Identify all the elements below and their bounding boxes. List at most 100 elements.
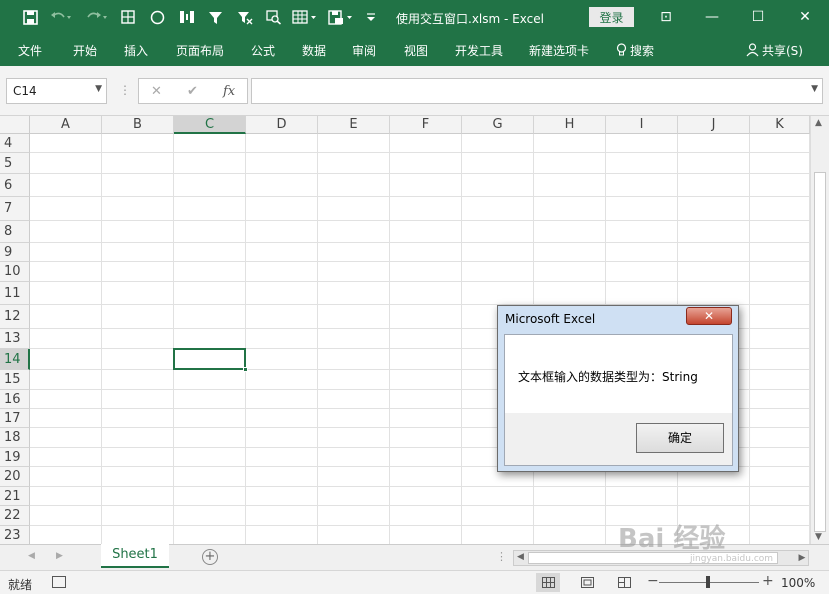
find-icon[interactable] bbox=[264, 7, 284, 27]
resize-handle-icon[interactable]: ⋮ bbox=[119, 83, 131, 97]
row-header-23[interactable]: 23 bbox=[0, 526, 30, 544]
cancel-icon[interactable]: ✕ bbox=[151, 84, 162, 99]
tab-developer[interactable]: 开发工具 bbox=[455, 42, 503, 59]
zoom-out-icon[interactable]: − bbox=[647, 573, 659, 589]
column-header-a[interactable]: A bbox=[30, 116, 102, 134]
tab-insert[interactable]: 插入 bbox=[124, 42, 148, 59]
column-header-f[interactable]: F bbox=[390, 116, 462, 134]
tell-me-search[interactable]: 搜索 bbox=[616, 42, 654, 59]
zoom-slider-thumb[interactable] bbox=[706, 576, 710, 588]
column-icon[interactable] bbox=[177, 7, 197, 27]
column-header-g[interactable]: G bbox=[462, 116, 534, 134]
shape-icon[interactable] bbox=[148, 7, 166, 27]
page-layout-icon bbox=[580, 577, 594, 588]
row-header-22[interactable]: 22 bbox=[0, 506, 30, 526]
next-sheet-icon[interactable]: ▶ bbox=[56, 551, 63, 561]
dialog-close-icon[interactable]: ✕ bbox=[686, 307, 732, 325]
row-header-5[interactable]: 5 bbox=[0, 153, 30, 174]
page-break-view-button[interactable] bbox=[612, 573, 636, 592]
vertical-scroll-thumb[interactable] bbox=[814, 172, 826, 532]
zoom-in-icon[interactable]: + bbox=[762, 573, 774, 589]
scroll-up-icon[interactable]: ▲ bbox=[815, 118, 822, 128]
row-header-10[interactable]: 10 bbox=[0, 262, 30, 282]
select-all-corner[interactable] bbox=[0, 116, 30, 134]
login-button[interactable]: 登录 bbox=[589, 7, 634, 27]
row-header-9[interactable]: 9 bbox=[0, 243, 30, 262]
tab-file[interactable]: 文件 bbox=[18, 42, 42, 59]
filter-icon[interactable] bbox=[206, 7, 224, 27]
tab-review[interactable]: 审阅 bbox=[352, 42, 376, 59]
column-header-j[interactable]: J bbox=[678, 116, 750, 134]
grid-view-icon bbox=[541, 577, 555, 588]
row-header-7[interactable]: 7 bbox=[0, 197, 30, 221]
expand-formula-icon[interactable]: ▼ bbox=[811, 84, 818, 94]
gridline-horizontal bbox=[30, 505, 810, 506]
row-header-18[interactable]: 18 bbox=[0, 428, 30, 448]
name-box[interactable]: C14 ▼ bbox=[6, 78, 107, 104]
formula-input[interactable]: ▼ bbox=[251, 78, 823, 104]
page-layout-view-button[interactable] bbox=[575, 573, 599, 592]
customize-icon[interactable] bbox=[364, 7, 378, 27]
share-button[interactable]: 共享(S) bbox=[746, 42, 803, 59]
borders-icon[interactable] bbox=[119, 7, 137, 27]
column-header-h[interactable]: H bbox=[534, 116, 606, 134]
gridline-horizontal bbox=[30, 173, 810, 174]
row-header-14[interactable]: 14 bbox=[0, 349, 30, 370]
scroll-down-icon[interactable]: ▼ bbox=[815, 532, 822, 542]
enter-icon[interactable]: ✔ bbox=[187, 84, 198, 99]
scroll-left-icon[interactable]: ◀ bbox=[517, 552, 524, 562]
print-icon[interactable] bbox=[326, 7, 356, 27]
zoom-level[interactable]: 100% bbox=[781, 576, 815, 590]
row-header-6[interactable]: 6 bbox=[0, 174, 30, 197]
column-header-b[interactable]: B bbox=[102, 116, 174, 134]
row-header-12[interactable]: 12 bbox=[0, 305, 30, 329]
close-window-icon[interactable]: ✕ bbox=[792, 6, 818, 28]
tab-home[interactable]: 开始 bbox=[73, 42, 97, 59]
row-header-20[interactable]: 20 bbox=[0, 467, 30, 487]
vertical-scrollbar[interactable]: ▲ ▼ bbox=[810, 116, 829, 544]
add-sheet-icon[interactable]: + bbox=[202, 549, 218, 565]
row-header-21[interactable]: 21 bbox=[0, 487, 30, 506]
scroll-right-icon[interactable]: ▶ bbox=[795, 550, 809, 566]
ok-button[interactable]: 确定 bbox=[636, 423, 724, 453]
tab-data[interactable]: 数据 bbox=[302, 42, 326, 59]
column-header-k[interactable]: K bbox=[750, 116, 810, 134]
tab-split-handle[interactable]: ⋮ bbox=[496, 550, 507, 563]
maximize-icon[interactable]: ☐ bbox=[745, 6, 771, 28]
tab-formulas[interactable]: 公式 bbox=[251, 42, 275, 59]
clear-filter-icon[interactable] bbox=[235, 7, 255, 27]
column-header-d[interactable]: D bbox=[246, 116, 318, 134]
row-header-15[interactable]: 15 bbox=[0, 370, 30, 390]
name-box-value: C14 bbox=[13, 84, 37, 98]
normal-view-button[interactable] bbox=[536, 573, 560, 592]
pivot-icon[interactable] bbox=[290, 7, 320, 27]
insert-function-icon[interactable]: fx bbox=[223, 84, 235, 99]
save-icon[interactable] bbox=[20, 7, 40, 27]
active-cell[interactable] bbox=[173, 348, 246, 370]
redo-icon[interactable] bbox=[84, 7, 110, 27]
row-header-16[interactable]: 16 bbox=[0, 390, 30, 409]
prev-sheet-icon[interactable]: ◀ bbox=[28, 551, 35, 561]
tab-view[interactable]: 视图 bbox=[404, 42, 428, 59]
minimize-icon[interactable]: — bbox=[699, 6, 725, 28]
row-header-11[interactable]: 11 bbox=[0, 282, 30, 305]
fill-handle[interactable] bbox=[243, 367, 248, 372]
sheet-tab-sheet1[interactable]: Sheet1 bbox=[101, 544, 169, 568]
column-header-i[interactable]: I bbox=[606, 116, 678, 134]
gridline-horizontal bbox=[30, 220, 810, 221]
tab-new-tab[interactable]: 新建选项卡 bbox=[529, 42, 589, 59]
ribbon-display-options-icon[interactable]: ⊡ bbox=[653, 6, 679, 28]
column-header-c[interactable]: C bbox=[174, 116, 246, 134]
column-header-e[interactable]: E bbox=[318, 116, 390, 134]
row-header-13[interactable]: 13 bbox=[0, 329, 30, 349]
chevron-down-icon[interactable]: ▼ bbox=[95, 84, 102, 94]
row-header-8[interactable]: 8 bbox=[0, 221, 30, 243]
macro-record-icon[interactable] bbox=[52, 576, 66, 588]
title-bar: 使用交互窗口.xlsm - Excel 登录 ⊡ — ☐ ✕ bbox=[0, 0, 829, 34]
row-header-19[interactable]: 19 bbox=[0, 448, 30, 467]
dialog-footer: 确定 bbox=[505, 413, 732, 465]
tab-page-layout[interactable]: 页面布局 bbox=[176, 42, 224, 59]
undo-icon[interactable] bbox=[48, 7, 74, 27]
row-header-4[interactable]: 4 bbox=[0, 134, 30, 153]
row-header-17[interactable]: 17 bbox=[0, 409, 30, 428]
